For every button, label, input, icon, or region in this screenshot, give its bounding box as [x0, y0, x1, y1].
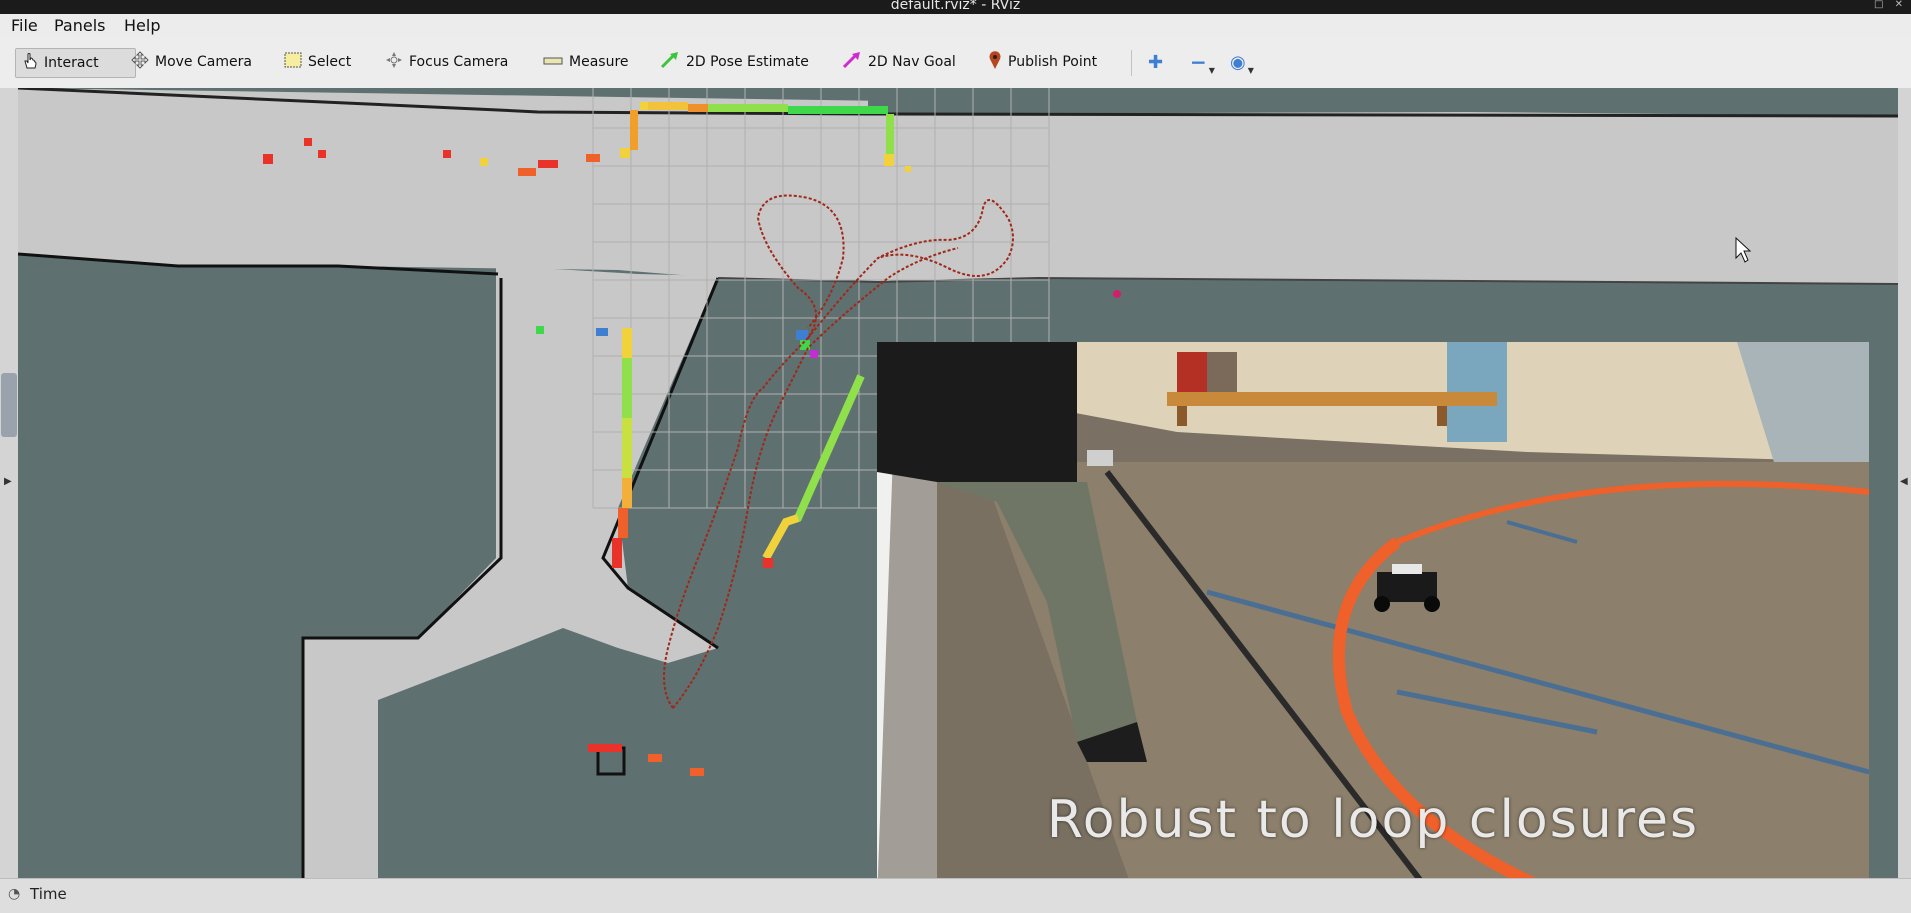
- move-arrows-icon: [131, 51, 149, 73]
- expand-right-arrow-icon[interactable]: ◀: [1900, 476, 1908, 487]
- tool-focus-camera-button[interactable]: Focus Camera: [385, 48, 508, 76]
- time-status-bar: ◔ Time: [0, 878, 1911, 913]
- tool-move-camera-label: Move Camera: [155, 54, 252, 70]
- dropdown-caret-icon: ▼: [1247, 65, 1254, 75]
- eye-icon: ◉: [1230, 51, 1246, 73]
- tool-publish-point-button[interactable]: Publish Point: [988, 48, 1097, 76]
- toolbar-separator: [1131, 50, 1132, 76]
- tool-select-label: Select: [308, 54, 352, 70]
- tool-nav-goal-label: 2D Nav Goal: [868, 54, 956, 70]
- tool-interact-label: Interact: [44, 55, 99, 71]
- tool-interact-button[interactable]: Interact: [15, 48, 136, 78]
- window-title: default.rviz* - RViz: [890, 0, 1021, 13]
- zoom-out-button[interactable]: − ▼: [1190, 48, 1215, 76]
- focus-target-icon: [385, 51, 403, 73]
- ruler-icon: [543, 54, 563, 70]
- video-inset: Robust to loop closures: [877, 342, 1869, 902]
- tool-publish-point-label: Publish Point: [1008, 54, 1098, 70]
- tool-pose-estimate-label: 2D Pose Estimate: [686, 54, 809, 70]
- menu-panels[interactable]: Panels: [54, 16, 106, 35]
- tool-toolbar: Interact Move Camera Select Focus Camera…: [0, 38, 1911, 89]
- time-panel-label: Time: [30, 885, 67, 903]
- zoom-in-button[interactable]: ✚: [1148, 48, 1163, 76]
- left-panel-handle[interactable]: [1, 373, 17, 437]
- left-dock-strip: ▶: [0, 88, 18, 878]
- tool-measure-button[interactable]: Measure: [543, 48, 629, 76]
- magenta-arrow-icon: [842, 51, 862, 73]
- expand-left-arrow-icon[interactable]: ▶: [4, 476, 12, 487]
- video-caption: Robust to loop closures: [1046, 790, 1700, 850]
- clock-icon: ◔: [8, 886, 21, 902]
- map-free-hallway: [303, 268, 718, 878]
- menu-help[interactable]: Help: [124, 16, 160, 35]
- tool-select-button[interactable]: Select: [284, 48, 351, 76]
- map-unknown-top: [868, 88, 1898, 116]
- dropdown-caret-icon: ▼: [1208, 65, 1215, 75]
- window-controls[interactable]: □ ✕: [1874, 0, 1907, 10]
- menu-bar: File Panels Help: [0, 14, 1911, 38]
- green-arrow-icon: [660, 51, 680, 73]
- hand-pointer-icon: [22, 52, 38, 74]
- tool-move-camera-button[interactable]: Move Camera: [131, 48, 252, 76]
- right-dock-strip: ◀: [1898, 88, 1911, 878]
- window-titlebar: default.rviz* - RViz □ ✕: [0, 0, 1911, 14]
- minus-icon: −: [1190, 50, 1207, 74]
- tool-measure-label: Measure: [569, 54, 629, 70]
- tool-focus-camera-label: Focus Camera: [409, 54, 509, 70]
- view-toggle-button[interactable]: ◉ ▼: [1230, 48, 1254, 76]
- map-free-corridor: [18, 88, 1898, 284]
- tool-nav-goal-button[interactable]: 2D Nav Goal: [842, 48, 956, 76]
- plus-icon: ✚: [1148, 51, 1164, 73]
- selection-box-icon: [284, 52, 302, 72]
- menu-file[interactable]: File: [11, 16, 38, 35]
- map-pin-icon: [988, 50, 1002, 74]
- tool-pose-estimate-button[interactable]: 2D Pose Estimate: [660, 48, 809, 76]
